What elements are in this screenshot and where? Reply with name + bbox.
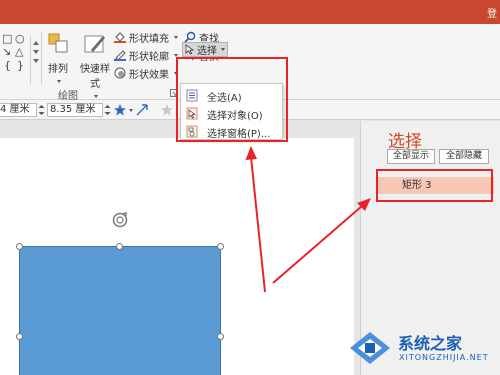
width-spinner[interactable] (38, 103, 45, 117)
star-icon[interactable] (113, 103, 127, 117)
resize-handle-right[interactable] (217, 333, 224, 340)
shape-effects-label: 形状效果 (129, 69, 169, 81)
login-link[interactable]: 登 (487, 5, 497, 20)
cursor-icon (185, 44, 195, 55)
chevron-up-icon[interactable] (32, 41, 39, 45)
triangle-shape-icon[interactable]: △ (15, 45, 23, 58)
shape-height-field[interactable]: 8.35 厘米 (47, 103, 103, 117)
gallery-scroll[interactable] (30, 36, 40, 84)
shape-gallery[interactable]: □ ○ ↘ △ { } (0, 32, 42, 84)
rectangle-shape-icon[interactable]: □ (2, 32, 12, 45)
watermark-name: 系统之家 (398, 334, 463, 353)
hide-all-button[interactable]: 全部隐藏 (439, 149, 489, 164)
shape-outline-button[interactable]: 形状轮廓 (114, 48, 178, 63)
shape-effects-button[interactable]: 形状效果 (114, 66, 178, 81)
resize-handle-top-left[interactable] (16, 243, 23, 250)
star-outline-icon[interactable] (160, 103, 174, 117)
show-all-button[interactable]: 全部显示 (387, 149, 435, 164)
watermark-domain: XITONGZHIJIA.NET (399, 353, 489, 362)
shape-effects-icon (114, 67, 126, 79)
shape-outline-label: 形状轮廓 (129, 51, 169, 63)
chevron-down-icon (174, 35, 178, 39)
arrange-icon (48, 33, 68, 53)
paint-bucket-icon (114, 32, 126, 43)
quick-styles-icon (84, 35, 105, 53)
oval-shape-icon[interactable]: ○ (15, 32, 25, 45)
quick-styles-label: 快速样式 (80, 64, 110, 90)
arrange-button[interactable]: 排列 (44, 32, 72, 86)
chevron-down-icon (57, 80, 61, 83)
resize-handle-left[interactable] (16, 333, 23, 340)
arrow-shape-icon[interactable]: ↘ (2, 45, 11, 58)
left-brace-shape-icon[interactable]: { (4, 59, 11, 72)
gallery-more-icon[interactable] (32, 59, 39, 63)
select-label: 选择 (197, 46, 217, 57)
quick-styles-button[interactable]: 快速样式 (76, 32, 114, 101)
chevron-down-icon (221, 48, 225, 51)
annotation-box-pane-item (376, 169, 493, 202)
select-button[interactable]: 选择 (182, 42, 228, 57)
chevron-down-icon[interactable] (129, 109, 133, 112)
chevron-down-icon[interactable] (32, 50, 39, 54)
height-spinner[interactable] (104, 103, 111, 117)
spinner-arrows-icon (104, 105, 111, 115)
spinner-arrows-icon (38, 105, 45, 115)
arrange-label: 排列 (48, 64, 68, 75)
shape-width-field[interactable]: 4 厘米 (0, 103, 37, 117)
arrow-style-icon[interactable] (136, 104, 148, 116)
shape-fill-label: 形状填充 (129, 33, 169, 45)
watermark: 系统之家 XITONGZHIJIA.NET (340, 322, 500, 375)
rectangle-shape[interactable] (19, 246, 221, 375)
right-brace-shape-icon[interactable]: } (17, 59, 24, 72)
shape-fill-button[interactable]: 形状填充 (114, 30, 178, 45)
title-bar: 登 (0, 0, 500, 24)
resize-handle-top[interactable] (116, 243, 123, 250)
rotate-handle-icon[interactable] (110, 210, 130, 230)
watermark-logo-icon (350, 332, 390, 364)
pen-icon (114, 50, 126, 61)
annotation-box-select-menu (176, 57, 288, 142)
resize-handle-top-right[interactable] (217, 243, 224, 250)
chevron-down-icon (94, 95, 98, 98)
